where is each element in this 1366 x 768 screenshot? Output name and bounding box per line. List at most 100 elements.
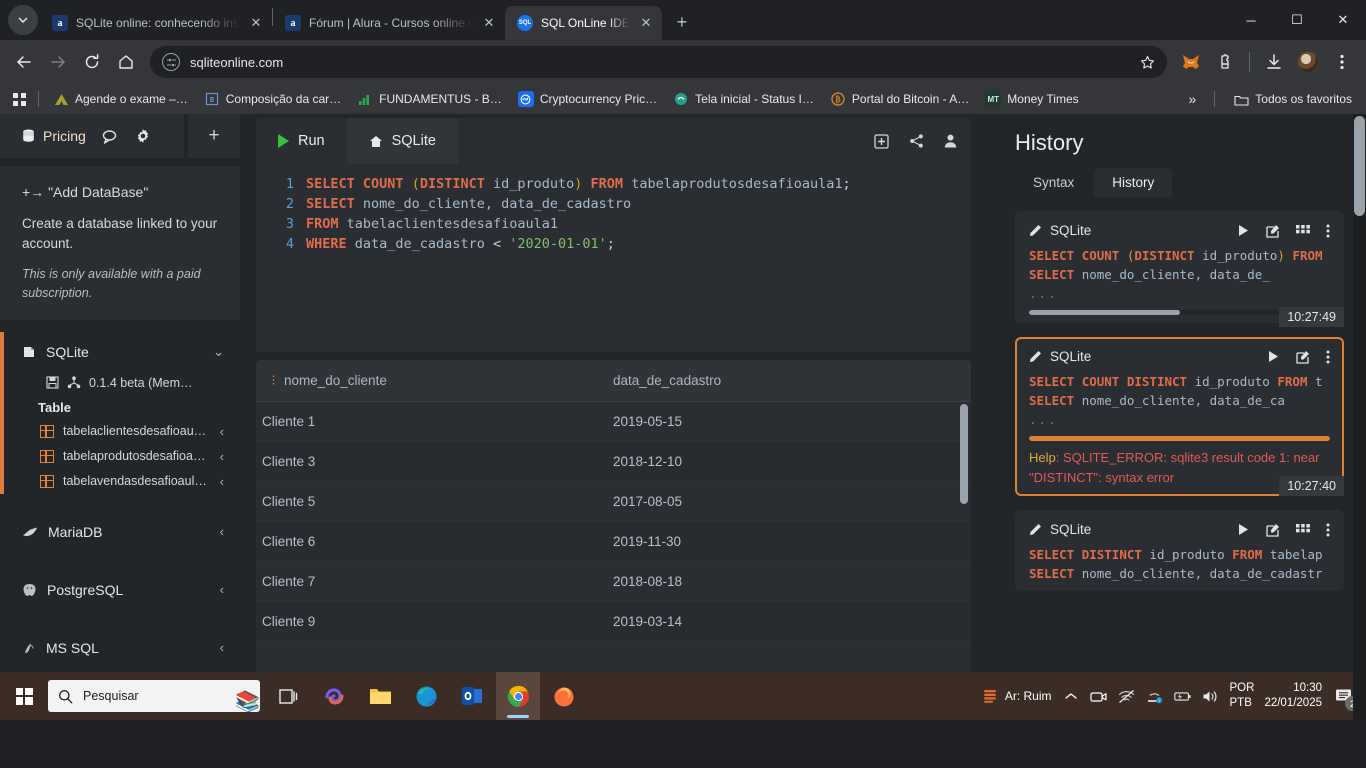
bookmark-item-2[interactable]: FUNDAMENTUS - B… (349, 88, 510, 110)
db-version-row[interactable]: 0.1.4 beta (Mem… (0, 372, 240, 394)
share-nodes-icon[interactable] (67, 376, 81, 389)
copilot-icon[interactable] (312, 672, 356, 720)
pricing-button[interactable]: Pricing (22, 128, 86, 144)
start-button[interactable] (0, 672, 48, 720)
history-card-1[interactable]: SQLite SELECT COUNT DISTINCT id_produto … (1015, 337, 1344, 496)
sidebar-item-postgresql[interactable]: PostgreSQL ‹ (0, 570, 240, 610)
share-icon[interactable] (909, 134, 924, 148)
keyboard-layout[interactable]: POR PTB (1230, 681, 1255, 711)
all-bookmarks-button[interactable]: Todos os favoritos (1225, 88, 1360, 110)
volume-icon[interactable] (1202, 687, 1220, 705)
add-tab-button[interactable]: + (188, 114, 240, 158)
grid-icon[interactable] (1296, 224, 1310, 237)
battery-icon[interactable] (1173, 687, 1192, 705)
chat-icon[interactable] (102, 129, 119, 144)
column-handle-icon[interactable]: ⋮ (268, 375, 279, 386)
bookmark-item-0[interactable]: Agende o exame –… (45, 88, 196, 110)
home-icon[interactable] (110, 46, 142, 78)
column-header-1[interactable]: data_de_cadastro (601, 360, 971, 402)
weather-widget[interactable]: Ar: Ruim (981, 687, 1052, 705)
more-icon[interactable] (1326, 523, 1330, 537)
wifi-off-icon[interactable] (1118, 687, 1136, 705)
chevron-down-icon[interactable]: ⌄ (213, 344, 224, 360)
extensions-icon[interactable] (1209, 46, 1241, 78)
grid-icon[interactable] (1296, 523, 1310, 536)
site-settings-icon[interactable] (162, 53, 180, 71)
save-icon[interactable] (46, 376, 59, 389)
results-scrollbar[interactable] (960, 404, 968, 648)
chevron-left-icon[interactable]: ‹ (220, 474, 224, 489)
sidebar-item-sqlite[interactable]: SQLite ⌄ (0, 332, 240, 372)
tab-search-button[interactable] (8, 5, 38, 35)
bookmark-star-icon[interactable] (1140, 55, 1155, 70)
table-row[interactable]: Cliente 6 2019-11-30 (256, 521, 971, 562)
clock[interactable]: 10:30 22/01/2025 (1264, 681, 1322, 711)
browser-tab-3[interactable]: SQL SQL OnLine IDE ✕ (505, 6, 662, 40)
browser-tab-1[interactable]: a SQLite online: conhecendo instr ✕ (40, 6, 272, 40)
minimize-icon[interactable]: ─ (1228, 0, 1274, 40)
apps-grid-icon[interactable] (6, 87, 32, 111)
chevron-left-icon[interactable]: ‹ (220, 524, 224, 539)
outlook-icon[interactable] (450, 672, 494, 720)
bookmark-item-1[interactable]: B Composição da car… (196, 88, 349, 110)
page-scrollbar[interactable] (1353, 114, 1366, 720)
back-icon[interactable] (8, 46, 40, 78)
close-window-icon[interactable]: ✕ (1320, 0, 1366, 40)
page-scrollbar-thumb[interactable] (1354, 116, 1365, 216)
edge-icon[interactable] (404, 672, 448, 720)
browser-tab-2[interactable]: a Fórum | Alura - Cursos online de ✕ (273, 6, 505, 40)
chevron-left-icon[interactable]: ‹ (220, 424, 224, 439)
chevron-left-icon[interactable]: ‹ (220, 640, 224, 655)
edit-icon[interactable] (1266, 224, 1280, 238)
column-header-0[interactable]: ⋮ nome_do_cliente (256, 360, 601, 402)
tab-history[interactable]: History (1094, 168, 1173, 197)
table-row[interactable]: Cliente 3 2018-12-10 (256, 441, 971, 482)
firefox-icon[interactable] (542, 672, 586, 720)
file-explorer-icon[interactable] (358, 672, 402, 720)
chevron-left-icon[interactable]: ‹ (220, 449, 224, 464)
forward-icon[interactable] (42, 46, 74, 78)
run-button[interactable]: Run (256, 118, 347, 164)
bookmark-item-4[interactable]: Tela inicial - Status I… (665, 88, 822, 110)
camera-icon[interactable] (1090, 687, 1108, 705)
avatar[interactable] (1292, 46, 1324, 78)
bookmark-item-5[interactable]: ₿ Portal do Bitcoin - A… (822, 88, 977, 110)
table-row[interactable]: Cliente 5 2017-08-05 (256, 481, 971, 522)
close-icon[interactable]: ✕ (638, 15, 654, 31)
edit-icon[interactable] (1266, 523, 1280, 537)
tab-syntax[interactable]: Syntax (1015, 168, 1092, 197)
more-icon[interactable] (1326, 224, 1330, 238)
run-icon[interactable] (1237, 523, 1250, 536)
close-icon[interactable]: ✕ (481, 15, 497, 31)
more-icon[interactable] (1326, 350, 1330, 364)
sql-code-area[interactable]: 1 SELECT COUNT (DISTINCT id_produto) FRO… (256, 164, 971, 352)
bookmark-item-6[interactable]: MT Money Times (977, 88, 1086, 110)
search-input[interactable]: Pesquisar 📚 (48, 680, 260, 712)
maximize-icon[interactable]: ☐ (1274, 0, 1320, 40)
chevron-left-icon[interactable]: ‹ (220, 582, 224, 597)
sidebar-table-0[interactable]: tabelaclientesdesafioau… ‹ (0, 419, 240, 444)
results-scrollbar-thumb[interactable] (960, 404, 968, 504)
history-scrollbar[interactable] (1029, 436, 1330, 441)
tab-sqlite[interactable]: SQLite (346, 118, 458, 164)
bookmarks-overflow-icon[interactable]: » (1180, 89, 1204, 109)
new-tab-button[interactable]: + (668, 8, 696, 36)
chrome-menu-icon[interactable] (1326, 46, 1358, 78)
run-icon[interactable] (1237, 224, 1250, 237)
table-row[interactable]: Cliente 1 2019-05-15 (256, 401, 971, 442)
chrome-icon[interactable] (496, 672, 540, 720)
network-icon[interactable]: i (1146, 687, 1164, 705)
edit-icon[interactable] (1296, 350, 1310, 364)
gear-icon[interactable] (135, 128, 151, 144)
history-card-2[interactable]: SQLite SELECT DISTINCT id_produto FROM t… (1015, 510, 1344, 591)
address-bar[interactable]: sqliteonline.com (150, 46, 1167, 78)
bookmark-item-3[interactable]: Cryptocurrency Pric… (510, 88, 665, 110)
tray-expand-icon[interactable] (1062, 687, 1080, 705)
history-card-0[interactable]: SQLite SELECT COUNT (DISTINCT id_produto… (1015, 211, 1344, 327)
sidebar-table-1[interactable]: tabelaprodutosdesafioa… ‹ (0, 444, 240, 469)
sidebar-item-mariadb[interactable]: MariaDB ‹ (0, 512, 240, 552)
run-icon[interactable] (1267, 350, 1280, 363)
task-view-icon[interactable] (266, 672, 310, 720)
metamask-icon[interactable] (1175, 46, 1207, 78)
table-row[interactable]: Cliente 9 2019-03-14 (256, 601, 971, 642)
